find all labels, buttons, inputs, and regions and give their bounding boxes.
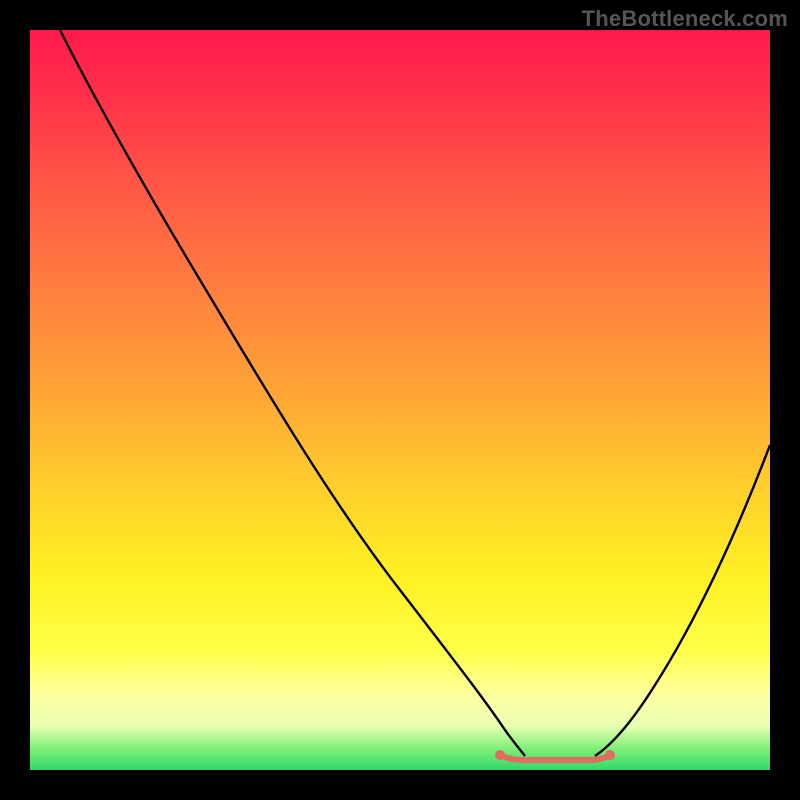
chart-frame: TheBottleneck.com	[0, 0, 800, 800]
left-descending-curve	[60, 30, 525, 756]
highlight-flat-segment	[500, 755, 610, 760]
highlight-right-dot	[605, 750, 615, 760]
plot-area	[30, 30, 770, 770]
curve-layer	[30, 30, 770, 770]
right-ascending-curve	[595, 445, 770, 756]
attribution-label: TheBottleneck.com	[582, 6, 788, 32]
highlight-left-dot	[495, 750, 505, 760]
